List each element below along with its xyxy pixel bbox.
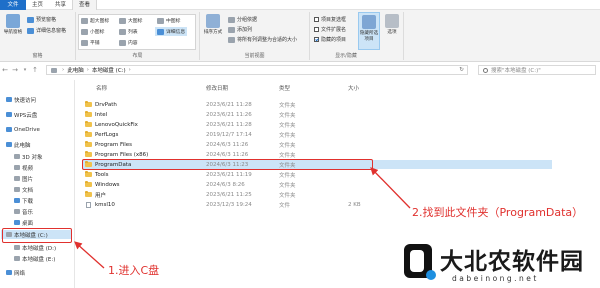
annotation-step2: 2.找到此文件夹（ProgramData） [412, 206, 584, 219]
watermark: 大北农软件园 dabeinong.net [400, 236, 600, 288]
watermark-url: dabeinong.net [452, 274, 539, 283]
arrow-to-c-drive [74, 241, 105, 269]
annotation-step1: 1.进入C盘 [108, 264, 160, 277]
watermark-name: 大北农软件园 [440, 249, 584, 275]
arrow-to-programdata [370, 167, 411, 209]
watermark-logo-icon [404, 244, 436, 280]
